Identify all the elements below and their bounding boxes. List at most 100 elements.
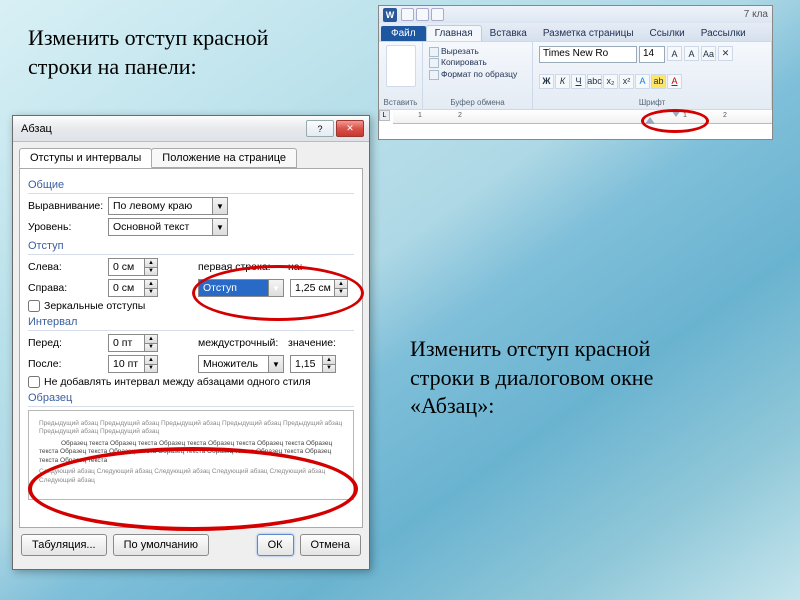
indent-left-spinner[interactable]: 0 см▲▼ — [108, 258, 158, 276]
chevron-down-icon: ▼ — [268, 356, 283, 372]
preview-next-paragraph: Следующий абзац Следующий абзац Следующи… — [39, 468, 343, 485]
chevron-down-icon: ▼ — [268, 280, 283, 296]
change-case-icon[interactable]: Aa — [701, 46, 716, 61]
spacing-at-spinner[interactable]: 1,15▲▼ — [290, 355, 336, 373]
copy-icon — [429, 58, 439, 68]
section-preview: Образец — [28, 392, 354, 407]
special-indent-label: первая строка: — [198, 261, 288, 273]
left-indent-marker[interactable] — [645, 117, 655, 124]
tab-page-layout[interactable]: Разметка страницы — [535, 26, 642, 41]
tab-mailings[interactable]: Рассылки — [693, 26, 754, 41]
tab-insert[interactable]: Вставка — [482, 26, 535, 41]
font-size-selector[interactable]: 14 — [639, 46, 665, 63]
ruler-tick: 2 — [458, 112, 462, 119]
clear-format-icon[interactable]: ✕ — [718, 46, 733, 61]
strike-icon[interactable]: abc — [587, 74, 602, 89]
indent-right-spinner[interactable]: 0 см▲▼ — [108, 279, 158, 297]
tab-file[interactable]: Файл — [381, 26, 426, 41]
cancel-button[interactable]: Отмена — [300, 534, 361, 556]
word-ribbon-screenshot: W 7 кла Файл Главная Вставка Разметка ст… — [378, 5, 773, 140]
no-space-same-style-checkbox[interactable]: Не добавлять интервал между абзацами одн… — [28, 376, 354, 388]
outline-level-label: Уровень: — [28, 221, 108, 233]
qat-redo-icon[interactable] — [431, 8, 444, 21]
horizontal-ruler[interactable]: 1 2 1 2 — [393, 110, 772, 124]
word-titlebar: W 7 кла — [379, 6, 772, 23]
caption-dialog: Изменить отступ красной строки в диалого… — [410, 335, 690, 421]
grow-font-icon[interactable]: A — [667, 46, 682, 61]
italic-icon[interactable]: К — [555, 74, 570, 89]
indent-by-spinner[interactable]: 1,25 см▲▼ — [290, 279, 348, 297]
font-name-selector[interactable]: Times New Ro — [539, 46, 637, 63]
preview-sample-text: Образец текста Образец текста Образец те… — [39, 440, 343, 465]
outline-level-select[interactable]: Основной текст▼ — [108, 218, 228, 236]
tab-home[interactable]: Главная — [426, 25, 482, 41]
text-effects-icon[interactable]: A — [635, 74, 650, 89]
scissors-icon — [429, 47, 439, 57]
ruler-area: L 1 2 1 2 — [379, 109, 772, 139]
copy-button[interactable]: Копировать — [429, 57, 528, 68]
font-group-label: Шрифт — [537, 97, 767, 107]
paste-label: Вставить — [383, 97, 418, 107]
dialog-tabs: Отступы и интервалы Положение на страниц… — [13, 142, 369, 168]
dialog-button-row: Табуляция... По умолчанию ОК Отмена — [13, 534, 369, 564]
alignment-label: Выравнивание: — [28, 200, 108, 212]
section-indentation: Отступ — [28, 240, 354, 255]
ok-button[interactable]: ОК — [257, 534, 294, 556]
space-before-label: Перед: — [28, 337, 108, 349]
ribbon-tabstrip: Файл Главная Вставка Разметка страницы С… — [379, 23, 772, 41]
word-app-icon: W — [383, 8, 397, 22]
mirror-indents-checkbox[interactable]: Зеркальные отступы — [28, 300, 354, 312]
alignment-select[interactable]: По левому краю▼ — [108, 197, 228, 215]
group-font: Times New Ro 14 A A Aa ✕ Ж К Ч abc x₂ x²… — [533, 42, 772, 109]
highlight-icon[interactable]: ab — [651, 74, 666, 89]
space-before-spinner[interactable]: 0 пт▲▼ — [108, 334, 158, 352]
ruler-tick: 1 — [418, 112, 422, 119]
shrink-font-icon[interactable]: A — [684, 46, 699, 61]
space-after-spinner[interactable]: 10 пт▲▼ — [108, 355, 158, 373]
cut-button[interactable]: Вырезать — [429, 46, 528, 57]
section-general: Общие — [28, 179, 354, 194]
underline-icon[interactable]: Ч — [571, 74, 586, 89]
dialog-title: Абзац — [21, 123, 304, 135]
subscript-icon[interactable]: x₂ — [603, 74, 618, 89]
tab-line-page-breaks[interactable]: Положение на странице — [151, 148, 297, 168]
line-spacing-label: междустрочный: — [198, 337, 288, 349]
clipboard-group-label: Буфер обмена — [427, 97, 528, 107]
indent-by-label: на: — [288, 261, 318, 273]
brush-icon — [429, 70, 439, 80]
qat-undo-icon[interactable] — [416, 8, 429, 21]
tab-indents-spacing[interactable]: Отступы и интервалы — [19, 148, 152, 168]
paste-button[interactable] — [386, 45, 416, 87]
quick-access-toolbar — [401, 8, 444, 21]
special-indent-select[interactable]: Отступ▼ — [198, 279, 284, 297]
font-color-icon[interactable]: A — [667, 74, 682, 89]
first-line-indent-marker[interactable] — [671, 110, 681, 117]
chevron-down-icon: ▼ — [212, 198, 227, 214]
ruler-tick: 1 — [683, 112, 687, 119]
superscript-icon[interactable]: x² — [619, 74, 634, 89]
group-clipboard: Вырезать Копировать Формат по образцу Бу… — [423, 42, 533, 109]
ruler-corner-icon: L — [379, 110, 390, 121]
indent-left-label: Слева: — [28, 261, 108, 273]
preview-prev-paragraph: Предыдущий абзац Предыдущий абзац Предыд… — [39, 420, 343, 437]
set-default-button[interactable]: По умолчанию — [113, 534, 209, 556]
line-spacing-select[interactable]: Множитель▼ — [198, 355, 284, 373]
qat-save-icon[interactable] — [401, 8, 414, 21]
dialog-titlebar[interactable]: Абзац ? ✕ — [13, 116, 369, 142]
help-button[interactable]: ? — [306, 120, 334, 137]
close-button[interactable]: ✕ — [336, 120, 364, 137]
indent-right-label: Справа: — [28, 282, 108, 294]
section-spacing: Интервал — [28, 316, 354, 331]
ruler-tick: 2 — [723, 112, 727, 119]
document-title: 7 кла — [744, 9, 768, 20]
preview-pane: Предыдущий абзац Предыдущий абзац Предыд… — [28, 410, 354, 500]
chevron-down-icon: ▼ — [212, 219, 227, 235]
format-painter-button[interactable]: Формат по образцу — [429, 69, 528, 80]
caption-ruler: Изменить отступ красной строки на панели… — [28, 24, 308, 81]
bold-icon[interactable]: Ж — [539, 74, 554, 89]
tabs-button[interactable]: Табуляция... — [21, 534, 107, 556]
space-after-label: После: — [28, 358, 108, 370]
paragraph-dialog: Абзац ? ✕ Отступы и интервалы Положение … — [12, 115, 370, 570]
tab-references[interactable]: Ссылки — [642, 26, 693, 41]
spacing-at-label: значение: — [288, 337, 338, 349]
